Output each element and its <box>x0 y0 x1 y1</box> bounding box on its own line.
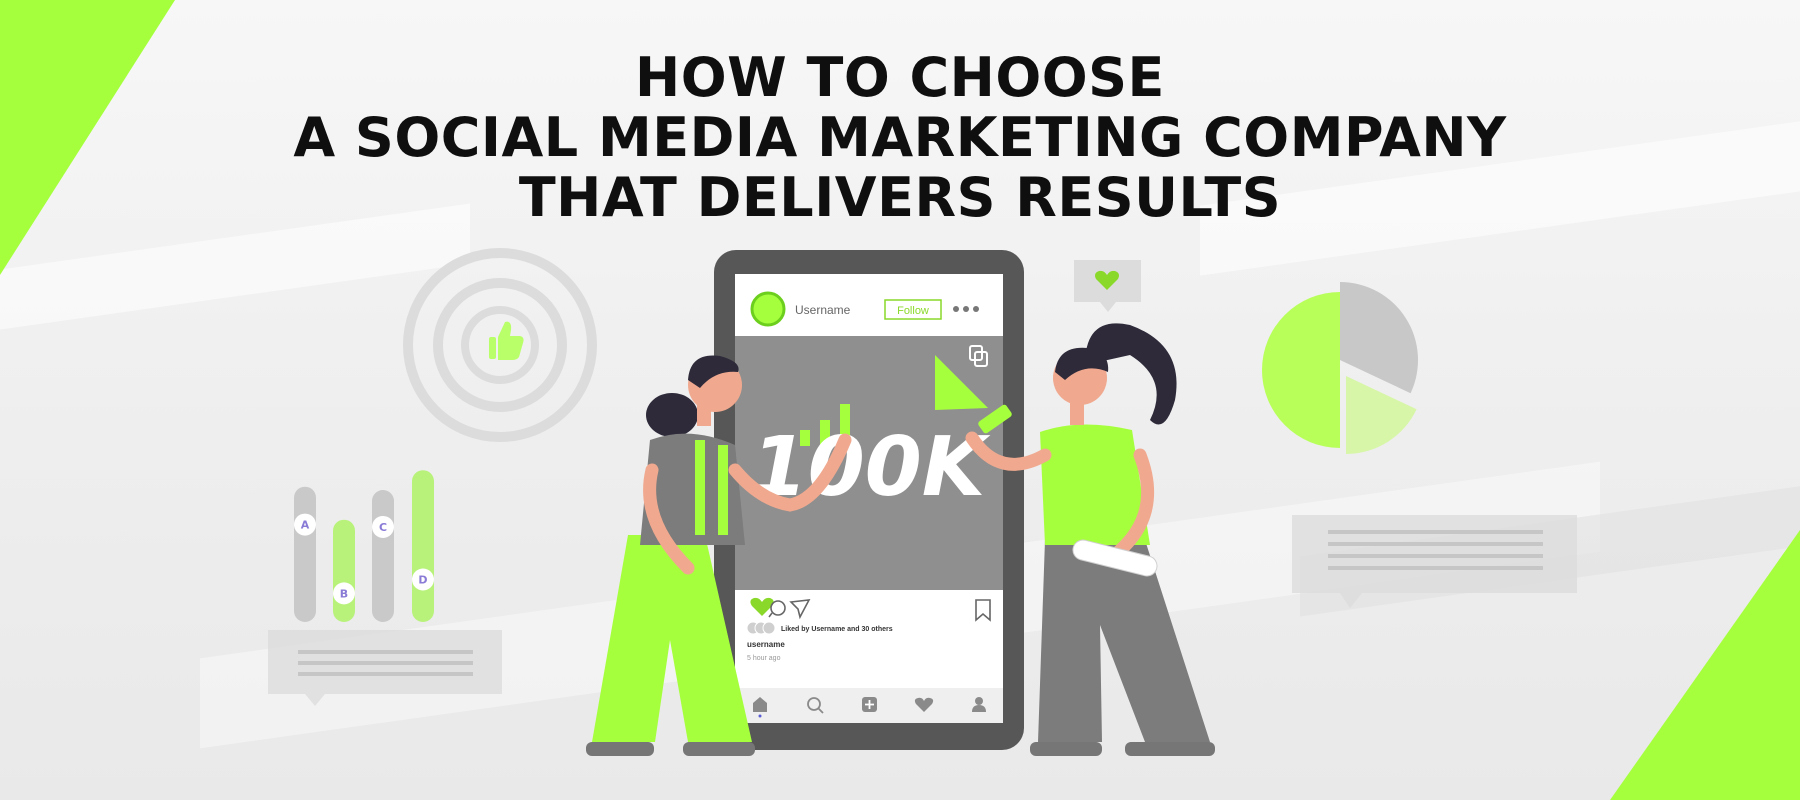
liker-avatars <box>746 621 776 635</box>
bar-d <box>412 470 434 622</box>
heart-bubble <box>1074 260 1141 312</box>
caption-username: username <box>747 640 785 649</box>
bar-label: D <box>418 573 427 586</box>
active-indicator <box>758 714 762 718</box>
banner: HOW TO CHOOSE A SOCIAL MEDIA MARKETING C… <box>0 0 1800 800</box>
pie-slice <box>1340 282 1418 394</box>
message-bubble-left <box>268 630 502 706</box>
bar-label: A <box>301 519 310 532</box>
post-username: Username <box>795 303 851 317</box>
more-icon[interactable] <box>953 306 979 312</box>
bar-a <box>294 486 316 622</box>
liked-by-text: Liked by Username and 30 others <box>781 626 893 633</box>
pie-chart <box>1262 282 1418 454</box>
bar-c <box>372 490 394 622</box>
illustration: A B C D Username Follow 100K Liked by Usern… <box>268 248 1577 756</box>
pie-slice <box>1262 292 1340 448</box>
add-icon[interactable] <box>862 697 877 712</box>
thumbs-up-icon <box>489 321 524 360</box>
avatar <box>750 291 786 327</box>
message-bubble-right <box>1292 515 1577 608</box>
bar-chart: A B C D <box>294 470 434 622</box>
bar-b <box>333 519 355 622</box>
post-time: 5 hour ago <box>747 655 781 662</box>
follow-button-label[interactable]: Follow <box>897 305 929 317</box>
bar-label: B <box>340 587 348 600</box>
bar-label: C <box>379 521 387 534</box>
